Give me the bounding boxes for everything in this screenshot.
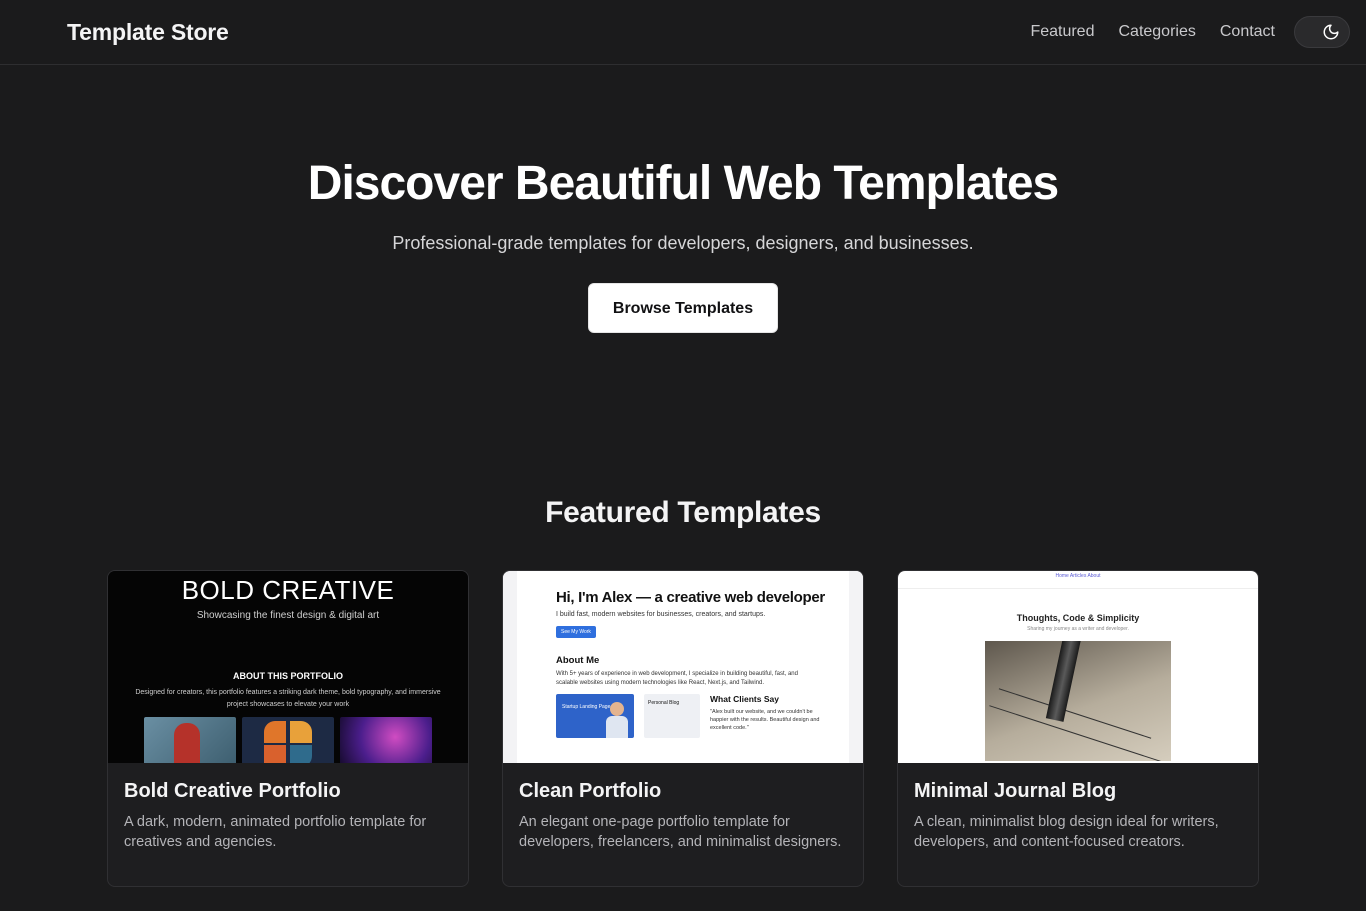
- preview-testimonial: What Clients Say "Alex built our website…: [710, 694, 820, 738]
- preview-bottom: Startup Landing Page Personal Blog What …: [556, 693, 863, 738]
- card-title: Bold Creative Portfolio: [124, 779, 341, 802]
- preview-project-tile: Startup Landing Page: [556, 693, 634, 738]
- preview-text: With 5+ years of experience in web devel…: [556, 670, 798, 686]
- moon-icon: [1323, 24, 1339, 40]
- preview-project-tile: Personal Blog: [644, 693, 700, 738]
- hero-subtitle: Professional-grade templates for develop…: [392, 232, 974, 253]
- nav-categories[interactable]: Categories: [1118, 23, 1195, 41]
- template-preview-image: Hi, I'm Alex — a creative web developer …: [503, 570, 863, 763]
- preview-heading: Thoughts, Code & Simplicity: [1016, 612, 1140, 623]
- preview-photo: [985, 640, 1171, 761]
- preview-tagline: I build fast, modern websites for busine…: [556, 610, 766, 618]
- preview-heading: BOLD CREATIVE: [181, 574, 395, 605]
- preview-text: Designed for creators, this portfolio fe…: [135, 688, 441, 708]
- preview-tagline: Showcasing the finest design & digital a…: [196, 609, 380, 621]
- theme-toggle-button[interactable]: [1294, 16, 1350, 48]
- tile-label: Startup Landing Page: [562, 703, 611, 710]
- preview-section-title: About Me: [556, 654, 600, 666]
- preview-nav: Home Articles About: [898, 571, 1258, 589]
- template-card-minimal-journal[interactable]: Home Articles About Thoughts, Code & Sim…: [897, 569, 1259, 887]
- card-body: Minimal Journal Blog A clean, minimalist…: [898, 763, 1258, 869]
- card-body: Clean Portfolio An elegant one-page port…: [503, 763, 863, 869]
- gallery-image: [144, 716, 236, 763]
- card-description: A dark, modern, animated portfolio templ…: [124, 813, 427, 850]
- preview-button: See My Work: [556, 625, 596, 638]
- main-nav: Featured Categories Contact: [1006, 16, 1350, 48]
- gallery-image: [242, 716, 334, 763]
- template-card-clean-portfolio[interactable]: Hi, I'm Alex — a creative web developer …: [502, 569, 864, 887]
- gallery-image: [340, 716, 432, 763]
- featured-title: Featured Templates: [545, 495, 821, 529]
- template-preview-image: Home Articles About Thoughts, Code & Sim…: [898, 570, 1258, 763]
- card-title: Clean Portfolio: [519, 779, 662, 802]
- hero-title: Discover Beautiful Web Templates: [307, 157, 1059, 210]
- tile-label: Personal Blog: [648, 699, 680, 706]
- preview-clients-title: What Clients Say: [710, 693, 779, 704]
- preview-section-title: ABOUT THIS PORTFOLIO: [233, 670, 343, 681]
- nav-featured[interactable]: Featured: [1030, 23, 1094, 41]
- template-card-bold-creative[interactable]: BOLD CREATIVE Showcasing the finest desi…: [107, 569, 469, 887]
- preview-gallery: [108, 716, 468, 763]
- featured-cards: BOLD CREATIVE Showcasing the finest desi…: [0, 569, 1366, 887]
- browse-templates-button[interactable]: Browse Templates: [587, 282, 779, 333]
- preview-heading: Hi, I'm Alex — a creative web developer: [556, 588, 825, 606]
- preview-tagline: Sharing my journey as a writer and devel…: [1027, 625, 1129, 632]
- card-body: Bold Creative Portfolio A dark, modern, …: [108, 763, 468, 869]
- preview-quote: "Alex built our website, and we couldn't…: [710, 708, 820, 731]
- card-description: An elegant one-page portfolio template f…: [519, 813, 842, 850]
- nav-contact[interactable]: Contact: [1220, 23, 1275, 41]
- brand-logo[interactable]: Template Store: [67, 19, 229, 46]
- template-preview-image: BOLD CREATIVE Showcasing the finest desi…: [108, 570, 468, 763]
- site-header: Template Store Featured Categories Conta…: [0, 0, 1366, 65]
- card-description: A clean, minimalist blog design ideal fo…: [914, 813, 1219, 850]
- card-title: Minimal Journal Blog: [914, 779, 1117, 802]
- hero-section: Discover Beautiful Web Templates Profess…: [0, 65, 1366, 333]
